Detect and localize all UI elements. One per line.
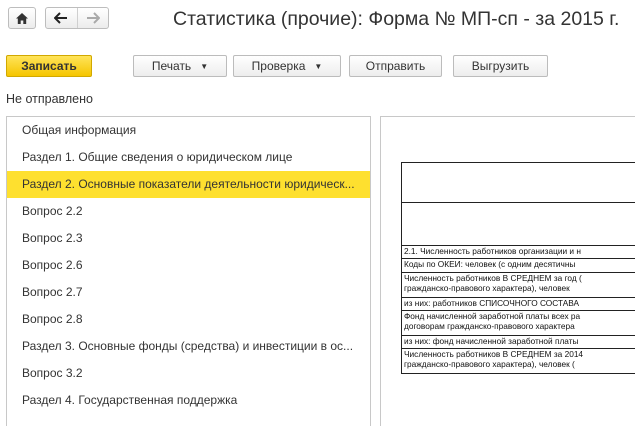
list-item[interactable]: Раздел 1. Общие сведения о юридическом л… [7,144,370,171]
save-button-label: Записать [21,59,77,73]
home-button[interactable] [8,7,36,29]
list-item[interactable]: Вопрос 2.7 [7,279,370,306]
table-cell-text: Численность работников В СРЕДНЕМ за 2014 [404,349,584,359]
check-button[interactable]: Проверка ▼ [233,55,341,77]
table-cell-text: из них: работников СПИСОЧНОГО СОСТАВА [404,298,580,308]
save-button[interactable]: Записать [6,55,92,77]
page-title: Статистика (прочие): Форма № МП-сп - за … [173,8,620,30]
table-cell-text: 2.1. Численность работников организации … [404,246,581,256]
list-item[interactable]: Вопрос 2.3 [7,225,370,252]
table-row[interactable]: Коды по ОКЕИ: человек (с одним десятичны [402,259,635,273]
table-row[interactable]: Фонд начисленной заработной платы всех р… [402,311,635,336]
check-button-label: Проверка [251,59,306,73]
table-cell-text: гражданско-правового характера), человек [404,283,570,293]
chevron-down-icon: ▼ [200,61,209,71]
table-row[interactable]: из них: работников СПИСОЧНОГО СОСТАВА [402,298,635,311]
table-cell-text: Фонд начисленной заработной платы всех р… [404,311,581,321]
table-row [402,203,635,246]
print-button[interactable]: Печать ▼ [133,55,227,77]
history-navigation [45,7,109,29]
table-row[interactable]: 2.1. Численность работников организации … [402,246,635,259]
status-text: Не отправлено [6,92,93,106]
list-item[interactable]: Вопрос 2.8 [7,306,370,333]
sections-list: Общая информация Раздел 1. Общие сведени… [6,116,371,426]
export-button-label: Выгрузить [471,59,530,73]
list-item[interactable]: Вопрос 3.2 [7,360,370,387]
export-button[interactable]: Выгрузить [453,55,548,77]
print-button-label: Печать [151,59,192,73]
list-item[interactable]: Вопрос 2.6 [7,252,370,279]
table-cell-text: из них: фонд начисленной заработной плат… [404,336,579,346]
list-item[interactable]: Раздел 4. Государственная поддержка [7,387,370,414]
list-item[interactable]: Раздел 3. Основные фонды (средства) и ин… [7,333,370,360]
back-button[interactable] [46,8,77,28]
table-row[interactable]: Численность работников В СРЕДНЕМ за 2014… [402,349,635,374]
table-cell-text: Коды по ОКЕИ: человек (с одним десятичны [404,259,576,269]
list-item-selected[interactable]: Раздел 2. Основные показатели деятельнос… [7,171,370,198]
table-cell-text: договорам гражданско-правового характера [404,321,575,331]
table-row[interactable]: из них: фонд начисленной заработной плат… [402,336,635,349]
send-button-label: Отправить [365,59,426,73]
report-table: 2.1. Численность работников организации … [401,162,635,374]
chevron-down-icon: ▼ [314,61,323,71]
table-row [402,163,635,203]
list-item[interactable]: Вопрос 2.2 [7,198,370,225]
arrow-left-icon [54,12,68,24]
table-row[interactable]: Численность работников В СРЕДНЕМ за год … [402,273,635,298]
send-button[interactable]: Отправить [349,55,442,77]
home-icon [16,12,28,24]
arrow-right-icon [86,12,100,24]
table-cell-text: Численность работников В СРЕДНЕМ за год … [404,273,582,283]
list-item[interactable]: Общая информация [7,117,370,144]
forward-button[interactable] [76,8,109,28]
table-cell-text: гражданско-правового характера), человек… [404,359,575,369]
